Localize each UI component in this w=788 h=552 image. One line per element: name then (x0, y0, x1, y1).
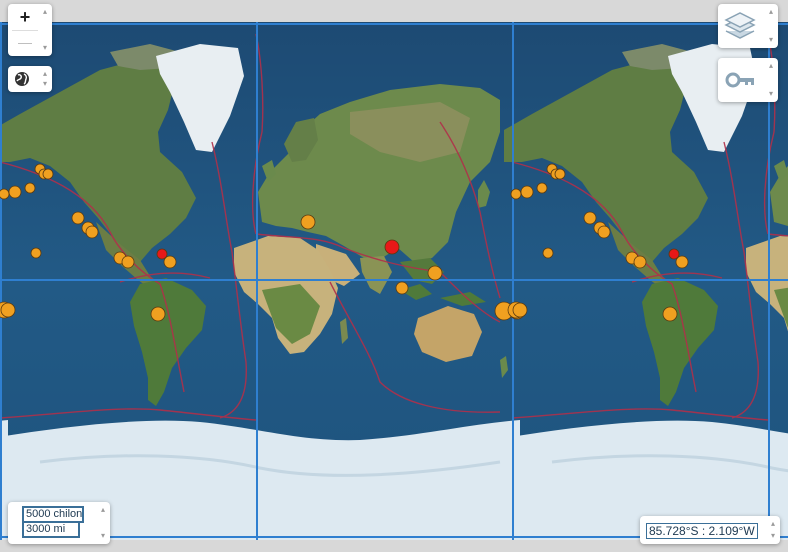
earthquake-marker[interactable] (0, 188, 10, 200)
earthquake-marker[interactable] (300, 214, 316, 230)
legend-control: ▴ ▾ (718, 58, 778, 102)
locate-control: ▴ ▾ (8, 66, 52, 92)
earthquake-marker[interactable] (30, 247, 42, 259)
layers-icon[interactable] (724, 11, 756, 41)
earthquake-marker[interactable] (512, 302, 528, 318)
earthquake-marker[interactable] (520, 185, 534, 199)
earthquake-marker[interactable] (510, 188, 522, 200)
zoom-in-button[interactable]: + (12, 7, 38, 27)
scale-scroll-up-icon[interactable]: ▴ (98, 506, 108, 514)
world-map[interactable] (0, 22, 788, 540)
legend-scroll-up-icon[interactable]: ▴ (766, 62, 776, 70)
zoom-out-button[interactable]: — (12, 32, 38, 52)
earthquake-marker[interactable] (85, 225, 99, 239)
earthquake-marker[interactable] (536, 182, 548, 194)
earthquake-marker[interactable] (583, 211, 597, 225)
mouse-position-control: 85.728°S : 2.109°W ▴ ▾ (640, 516, 780, 544)
earthquake-marker[interactable] (0, 302, 16, 318)
earthquake-marker[interactable] (675, 255, 689, 269)
scale-metric: 5000 chilon (22, 506, 84, 523)
globe-icon[interactable] (14, 71, 30, 87)
earthquake-marker[interactable] (42, 168, 54, 180)
layers-scroll-down-icon[interactable]: ▾ (766, 36, 776, 44)
earthquake-marker[interactable] (121, 255, 135, 269)
earthquake-marker[interactable] (633, 255, 647, 269)
scale-imperial: 3000 mi (22, 523, 80, 538)
earthquake-marker[interactable] (597, 225, 611, 239)
scale-bar: 5000 chilon 3000 mi ▴ ▾ (8, 502, 110, 544)
key-icon[interactable] (724, 65, 756, 95)
earthquake-marker[interactable] (24, 182, 36, 194)
earthquake-marker[interactable] (163, 255, 177, 269)
coords-scroll-up-icon[interactable]: ▴ (768, 520, 778, 528)
zoom-scroll-up-icon[interactable]: ▴ (40, 8, 50, 16)
locate-scroll-up-icon[interactable]: ▴ (40, 70, 50, 78)
earthquake-marker[interactable] (71, 211, 85, 225)
earthquake-marker[interactable] (150, 306, 166, 322)
legend-scroll-down-icon[interactable]: ▾ (766, 90, 776, 98)
earthquake-marker[interactable] (542, 247, 554, 259)
layers-scroll-up-icon[interactable]: ▴ (766, 8, 776, 16)
earthquake-marker[interactable] (554, 168, 566, 180)
earthquake-marker[interactable] (8, 185, 22, 199)
layers-control: ▴ ▾ (718, 4, 778, 48)
locate-scroll-down-icon[interactable]: ▾ (40, 80, 50, 88)
earthquake-marker[interactable] (662, 306, 678, 322)
earthquake-marker[interactable] (395, 281, 409, 295)
scale-scroll-down-icon[interactable]: ▾ (98, 532, 108, 540)
earthquake-marker[interactable] (427, 265, 443, 281)
map-canvas[interactable] (0, 22, 788, 540)
zoom-divider (12, 30, 38, 31)
zoom-scroll-down-icon[interactable]: ▾ (40, 44, 50, 52)
mouse-coordinates: 85.728°S : 2.109°W (646, 523, 758, 539)
earthquake-marker-strong[interactable] (384, 239, 400, 255)
coords-scroll-down-icon[interactable]: ▾ (768, 532, 778, 540)
zoom-control: + — ▴ ▾ (8, 4, 52, 56)
